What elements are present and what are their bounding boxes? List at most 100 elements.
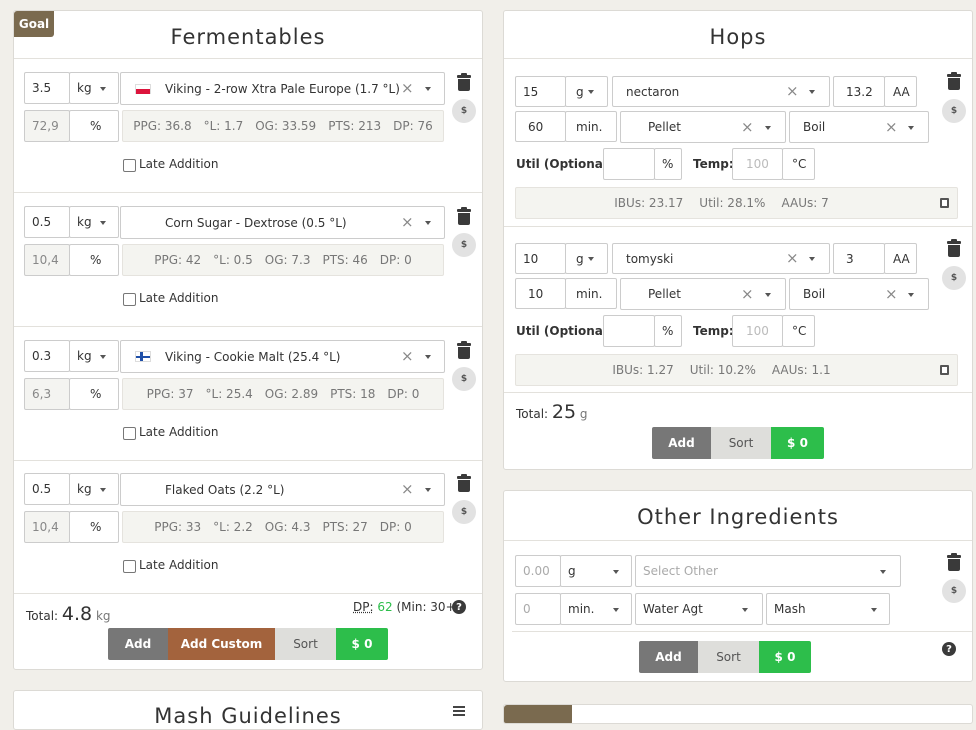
other-type-select[interactable]: Water Agt xyxy=(635,593,763,625)
fermentable-unit-select[interactable]: kg xyxy=(69,72,119,104)
clear-icon[interactable]: × xyxy=(741,120,754,135)
fermentable-percent-unit: % xyxy=(69,110,119,142)
hop-temp-label: Temp: xyxy=(693,324,734,338)
other-unit-select[interactable]: g xyxy=(560,555,632,587)
hop-util-input[interactable] xyxy=(603,148,655,180)
hop-amount-input[interactable]: 10 xyxy=(515,243,566,274)
poland-flag-icon xyxy=(135,84,151,94)
other-help-icon[interactable]: ? xyxy=(942,642,956,656)
hop-use-select[interactable]: Boil × xyxy=(789,111,929,143)
fermentable-name-select[interactable]: Viking - 2-row Xtra Pale Europe (1.7 °L)… xyxy=(120,72,445,105)
fermentable-amount-input[interactable]: 0.5 xyxy=(24,473,70,505)
fermentable-delete-icon[interactable] xyxy=(457,208,471,225)
other-ingredient-select[interactable]: Select Other xyxy=(635,555,901,587)
fermentable-delete-icon[interactable] xyxy=(457,475,471,492)
clear-icon[interactable]: × xyxy=(741,287,754,302)
clear-icon[interactable]: × xyxy=(786,84,799,99)
fermentable-delete-icon[interactable] xyxy=(457,74,471,91)
fermentable-amount-input[interactable]: 0.5 xyxy=(24,206,70,238)
clear-icon[interactable]: × xyxy=(885,287,898,302)
fermentable-percent-unit: % xyxy=(69,244,119,276)
right-bottom-panel xyxy=(503,704,973,724)
clear-icon[interactable]: × xyxy=(401,482,414,497)
fermentable-unit-select[interactable]: kg xyxy=(69,206,119,238)
clear-icon[interactable]: × xyxy=(401,215,414,230)
other-cost-button[interactable]: $ 0 xyxy=(759,641,811,673)
hop-time-input[interactable]: 60 xyxy=(515,111,566,142)
hop-use-select[interactable]: Boil × xyxy=(789,278,929,310)
hop-aa-label: AA xyxy=(884,243,917,274)
mash-menu-icon[interactable] xyxy=(453,706,465,716)
fermentables-add-custom-button[interactable]: Add Custom xyxy=(168,628,275,660)
fermentable-cost-icon[interactable]: $ xyxy=(452,233,476,257)
late-addition-checkbox[interactable] xyxy=(123,560,136,573)
mash-title: Mash Guidelines xyxy=(14,704,482,728)
other-use-select[interactable]: Mash xyxy=(766,593,890,625)
hop-temp-input[interactable]: 100 xyxy=(732,148,783,180)
copy-icon[interactable] xyxy=(940,365,949,375)
fermentables-add-button[interactable]: Add xyxy=(108,628,168,660)
clear-icon[interactable]: × xyxy=(401,81,414,96)
fermentables-title: Fermentables xyxy=(14,25,482,49)
hop-time-unit: min. xyxy=(565,278,617,309)
hop-delete-icon[interactable] xyxy=(947,240,961,257)
other-add-button[interactable]: Add xyxy=(639,641,698,673)
fermentable-cost-icon[interactable]: $ xyxy=(452,367,476,391)
hop-unit-select[interactable]: g xyxy=(565,76,608,107)
hop-delete-icon[interactable] xyxy=(947,73,961,90)
hop-amount-input[interactable]: 15 xyxy=(515,76,566,107)
hop-aa-input[interactable]: 3 xyxy=(833,243,885,274)
fermentable-unit-select[interactable]: kg xyxy=(69,473,119,505)
fermentable-amount-input[interactable]: 0.3 xyxy=(24,340,70,372)
other-sort-button[interactable]: Sort xyxy=(698,641,759,673)
other-title: Other Ingredients xyxy=(504,505,972,529)
clear-icon[interactable]: × xyxy=(401,349,414,364)
other-cost-icon[interactable]: $ xyxy=(942,579,966,603)
hops-add-button[interactable]: Add xyxy=(652,427,711,459)
fermentable-percent-input[interactable]: 72,9 xyxy=(24,110,70,142)
hop-variety-select[interactable]: tomyski × xyxy=(612,243,830,274)
hops-cost-button[interactable]: $ 0 xyxy=(771,427,824,459)
fermentable-percent-input[interactable]: 10,4 xyxy=(24,244,70,276)
fermentable-cost-icon[interactable]: $ xyxy=(452,500,476,524)
fermentable-name-select[interactable]: Corn Sugar - Dextrose (0.5 °L) × xyxy=(120,206,445,239)
hops-total: Total: 25 g xyxy=(516,401,588,423)
hop-util-input[interactable] xyxy=(603,315,655,347)
hop-temp-input[interactable]: 100 xyxy=(732,315,783,347)
hop-cost-icon[interactable]: $ xyxy=(942,266,966,290)
fermentable-unit-select[interactable]: kg xyxy=(69,340,119,372)
other-time-input[interactable]: 0 xyxy=(515,593,561,625)
late-addition-checkbox[interactable] xyxy=(123,427,136,440)
fermentable-percent-input[interactable]: 6,3 xyxy=(24,378,70,410)
fermentable-amount-input[interactable]: 3.5 xyxy=(24,72,70,104)
fermentables-total: Total: 4.8 kg xyxy=(26,603,111,625)
fermentable-name-select[interactable]: Viking - Cookie Malt (25.4 °L) × xyxy=(120,340,445,373)
hop-util-unit: % xyxy=(654,315,682,347)
fermentable-percent-unit: % xyxy=(69,378,119,410)
hop-unit-select[interactable]: g xyxy=(565,243,608,274)
hop-variety-select[interactable]: nectaron × xyxy=(612,76,830,107)
other-delete-icon[interactable] xyxy=(947,554,961,571)
hop-time-input[interactable]: 10 xyxy=(515,278,566,309)
hop-aa-input[interactable]: 13.2 xyxy=(833,76,885,107)
fermentables-sort-button[interactable]: Sort xyxy=(275,628,336,660)
hop-form-select[interactable]: Pellet × xyxy=(620,111,786,143)
other-amount-input[interactable]: 0.00 xyxy=(515,555,561,587)
fermentable-name-select[interactable]: Flaked Oats (2.2 °L) × xyxy=(120,473,445,506)
hops-sort-button[interactable]: Sort xyxy=(711,427,771,459)
hop-form-select[interactable]: Pellet × xyxy=(620,278,786,310)
late-addition-checkbox[interactable] xyxy=(123,293,136,306)
clear-icon[interactable]: × xyxy=(885,120,898,135)
late-addition-label: Late Addition xyxy=(139,558,219,572)
fermentable-stats: PPG: 42 °L: 0.5 OG: 7.3 PTS: 46 DP: 0 xyxy=(122,244,444,276)
clear-icon[interactable]: × xyxy=(786,251,799,266)
dp-help-icon[interactable]: ? xyxy=(452,600,466,614)
copy-icon[interactable] xyxy=(940,198,949,208)
fermentable-percent-input[interactable]: 10,4 xyxy=(24,511,70,543)
fermentable-cost-icon[interactable]: $ xyxy=(452,99,476,123)
other-time-unit-select[interactable]: min. xyxy=(560,593,632,625)
hop-cost-icon[interactable]: $ xyxy=(942,99,966,123)
fermentables-cost-button[interactable]: $ 0 xyxy=(336,628,388,660)
late-addition-checkbox[interactable] xyxy=(123,159,136,172)
fermentable-delete-icon[interactable] xyxy=(457,342,471,359)
